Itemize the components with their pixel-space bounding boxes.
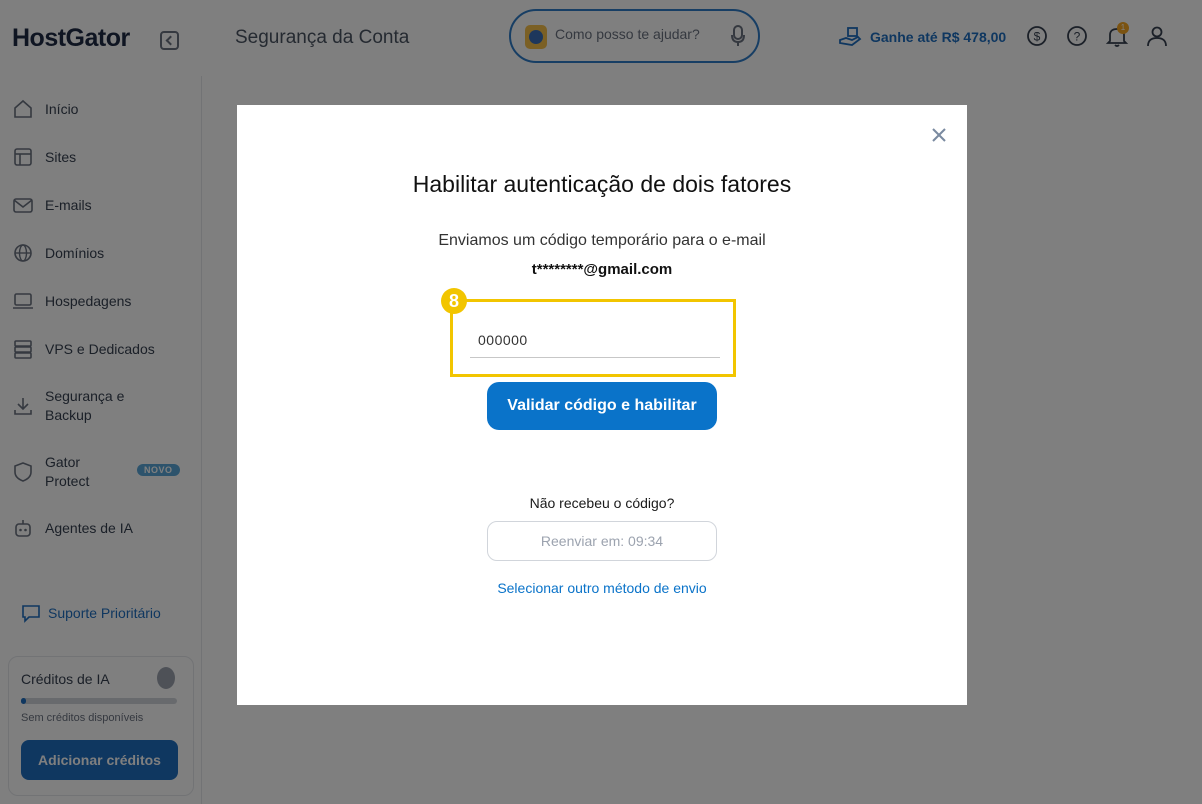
other-method-link[interactable]: Selecionar outro método de envio <box>237 580 967 596</box>
masked-email: t********@gmail.com <box>531 261 673 278</box>
close-icon[interactable] <box>927 123 951 147</box>
modal-description: Enviamos um código temporário para o e-m… <box>438 232 766 249</box>
modal-title: Habilitar autenticação de dois fatores <box>412 171 792 197</box>
validate-code-button[interactable]: Validar código e habilitar <box>487 382 717 430</box>
resend-code-button[interactable]: Reenviar em: 09:34 <box>487 521 717 561</box>
step-number-badge: 8 <box>441 288 467 314</box>
not-received-label: Não recebeu o código? <box>529 495 675 511</box>
verification-code-input[interactable] <box>470 323 720 358</box>
two-factor-modal: Habilitar autenticação de dois fatores E… <box>237 105 967 705</box>
